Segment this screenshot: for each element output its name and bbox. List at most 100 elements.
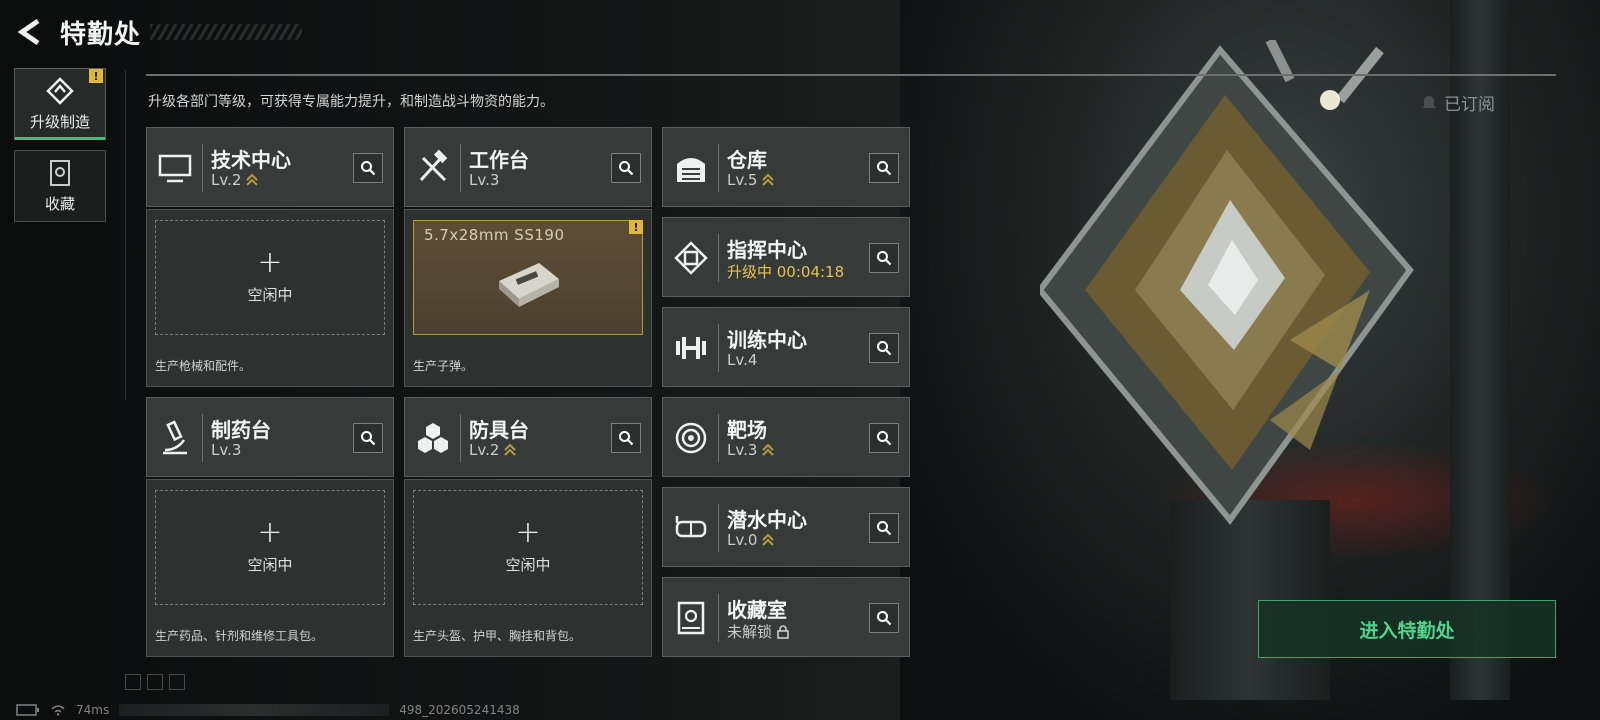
level-text: Lv.0 bbox=[727, 531, 758, 549]
inspect-button[interactable] bbox=[869, 333, 899, 363]
workshop-description: 生产药品、针剂和维修工具包。 bbox=[155, 629, 324, 643]
inspect-button[interactable] bbox=[869, 243, 899, 273]
upgrade-chevron-icon bbox=[762, 173, 775, 186]
production-slot-empty[interactable]: + 空闲中 bbox=[155, 220, 385, 335]
facility-training-center[interactable]: 训练中心 Lv.4 bbox=[662, 307, 910, 387]
workshop-workbench[interactable]: 工作台 Lv.3 bbox=[404, 127, 652, 207]
computer-monitor-icon bbox=[158, 154, 192, 183]
workshop-armor-panel: + 空闲中 生产头盔、护甲、胸挂和背包。 bbox=[404, 479, 652, 657]
magnifier-icon bbox=[361, 161, 376, 176]
plus-icon: + bbox=[257, 515, 283, 550]
magnifier-icon bbox=[877, 521, 892, 536]
slot-idle-label: 空闲中 bbox=[247, 556, 293, 574]
magnifier-icon bbox=[877, 611, 892, 626]
card-separator bbox=[718, 504, 719, 552]
upgrade-chevron-icon bbox=[504, 443, 517, 456]
workshop-pharmacy-panel: + 空闲中 生产药品、针剂和维修工具包。 bbox=[146, 479, 394, 657]
production-slot-empty[interactable]: + 空闲中 bbox=[155, 490, 385, 605]
inspect-button[interactable] bbox=[611, 153, 641, 183]
magnifier-icon bbox=[361, 431, 376, 446]
inspect-button[interactable] bbox=[353, 153, 383, 183]
level-text: Lv.5 bbox=[727, 171, 758, 189]
padlock-icon bbox=[777, 624, 789, 639]
facility-level: Lv.5 bbox=[727, 171, 775, 189]
level-text: Lv.3 bbox=[469, 171, 500, 189]
level-text: Lv.4 bbox=[727, 351, 758, 369]
title-decor-stripe bbox=[150, 24, 302, 40]
inspect-button[interactable] bbox=[869, 513, 899, 543]
tab-warning-badge: ! bbox=[89, 69, 103, 83]
tab-collection[interactable]: 收藏 bbox=[14, 150, 106, 222]
tab-upgrade-craft-label: 升级制造 bbox=[29, 112, 90, 131]
production-slot-active[interactable]: 5.7x28mm SS190 ! bbox=[413, 220, 643, 335]
level-text: Lv.2 bbox=[211, 171, 242, 189]
tab-upgrade-craft[interactable]: 升级制造 ! bbox=[14, 68, 106, 140]
workshop-armor[interactable]: 防具台 Lv.2 bbox=[404, 397, 652, 477]
inspect-button[interactable] bbox=[611, 423, 641, 453]
facility-level: Lv.3 bbox=[727, 441, 775, 459]
level-text: Lv.3 bbox=[727, 441, 758, 459]
inspect-button[interactable] bbox=[869, 603, 899, 633]
workshop-workbench-panel: 5.7x28mm SS190 ! 生产子弹。 bbox=[404, 209, 652, 387]
upgrade-craft-icon bbox=[46, 76, 74, 105]
facility-shooting-range[interactable]: 靶场 Lv.3 bbox=[662, 397, 910, 477]
battery-icon bbox=[16, 704, 39, 716]
workshop-tech-center-panel: + 空闲中 生产枪械和配件。 bbox=[146, 209, 394, 387]
subscribed-status[interactable]: 已订阅 bbox=[1420, 90, 1495, 115]
workshop-description: 生产头盔、护甲、胸挂和背包。 bbox=[413, 629, 582, 643]
facility-command-center[interactable]: 指挥中心 升级中 00:04:18 bbox=[662, 217, 910, 297]
tab-collection-label: 收藏 bbox=[44, 194, 75, 213]
upgrade-chevron-icon bbox=[246, 173, 259, 186]
workshop-pharmacy[interactable]: 制药台 Lv.3 bbox=[146, 397, 394, 477]
magnifier-icon bbox=[619, 161, 634, 176]
ammo-box-icon bbox=[499, 263, 559, 307]
back-arrow-icon[interactable] bbox=[16, 18, 42, 46]
header-divider bbox=[146, 74, 1556, 76]
vault-icon bbox=[677, 601, 705, 635]
hammer-wrench-icon bbox=[419, 150, 448, 182]
facility-name: 潜水中心 bbox=[727, 508, 807, 532]
workshop-tech-center[interactable]: 技术中心 Lv.2 bbox=[146, 127, 394, 207]
slot-idle-label: 空闲中 bbox=[247, 286, 293, 304]
facility-upgrade-status: 升级中 00:04:18 bbox=[727, 263, 845, 281]
facility-level: Lv.0 bbox=[727, 531, 775, 549]
workshop-level: Lv.2 bbox=[469, 441, 517, 459]
plus-icon: + bbox=[515, 515, 541, 550]
workshop-level: Lv.3 bbox=[211, 441, 241, 459]
command-chip-icon bbox=[674, 241, 708, 275]
magnifier-icon bbox=[619, 431, 634, 446]
facility-warehouse[interactable]: 仓库 Lv.5 bbox=[662, 127, 910, 207]
microscope-icon bbox=[163, 420, 187, 455]
facility-name: 靶场 bbox=[727, 418, 767, 442]
magnifier-icon bbox=[877, 251, 892, 266]
page-subtitle: 升级各部门等级，可获得专属能力提升，和制造战斗物资的能力。 bbox=[148, 94, 554, 110]
facility-name: 训练中心 bbox=[727, 328, 807, 352]
inspect-button[interactable] bbox=[353, 423, 383, 453]
cube-artwork bbox=[1040, 40, 1414, 525]
card-separator bbox=[202, 144, 203, 192]
workshop-description: 生产枪械和配件。 bbox=[155, 359, 252, 373]
bottom-decor-squares bbox=[125, 674, 185, 690]
facility-collection-room[interactable]: 收藏室 未解锁 bbox=[662, 577, 910, 657]
magnifier-icon bbox=[877, 431, 892, 446]
bell-icon bbox=[1422, 95, 1436, 108]
facility-name: 收藏室 bbox=[727, 598, 787, 622]
inspect-button[interactable] bbox=[869, 423, 899, 453]
workshop-level: Lv.2 bbox=[211, 171, 259, 189]
production-slot-empty[interactable]: + 空闲中 bbox=[413, 490, 643, 605]
workshop-name: 防具台 bbox=[469, 418, 529, 442]
workshop-name: 制药台 bbox=[211, 418, 271, 442]
plus-icon: + bbox=[257, 245, 283, 280]
ping-value: 74ms bbox=[76, 703, 110, 717]
upgrade-chevron-icon bbox=[762, 533, 775, 546]
inspect-button[interactable] bbox=[869, 153, 899, 183]
facility-diving-center[interactable]: 潜水中心 Lv.0 bbox=[662, 487, 910, 567]
enter-special-ops-button[interactable]: 进入特勤处 bbox=[1258, 600, 1556, 658]
card-separator bbox=[718, 324, 719, 372]
card-separator bbox=[718, 414, 719, 462]
upgrade-chevron-icon bbox=[762, 443, 775, 456]
card-separator bbox=[718, 594, 719, 642]
card-separator bbox=[460, 414, 461, 462]
workshop-description: 生产子弹。 bbox=[413, 359, 474, 373]
workshop-name: 技术中心 bbox=[211, 148, 291, 172]
